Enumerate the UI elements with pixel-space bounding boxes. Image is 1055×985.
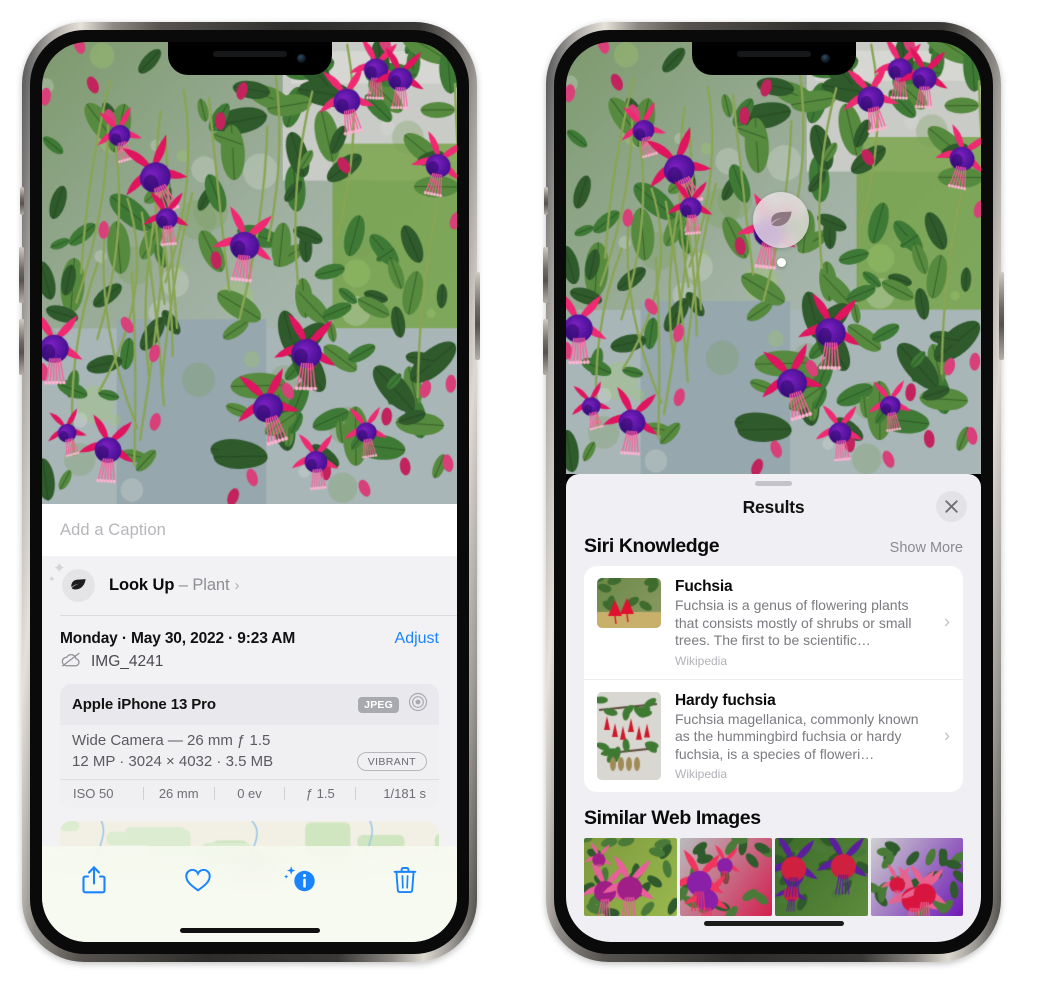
mute-switch[interactable]: [20, 187, 24, 215]
delete-button[interactable]: [379, 860, 431, 900]
exif-row: ISO 50 26 mm 0 ev ƒ 1.5 1/181 s: [60, 779, 439, 808]
knowledge-title: Fuchsia: [675, 578, 733, 595]
results-title: Results: [742, 496, 805, 517]
knowledge-title: Hardy fuchsia: [675, 691, 776, 709]
siri-knowledge-header: Siri Knowledge Show More: [566, 528, 981, 566]
metadata-header: Apple iPhone 13 Pro JPEG: [60, 684, 439, 725]
capture-date: Monday · May 30, 2022 · 9:23 AM: [60, 630, 296, 647]
similar-web-images-header: Similar Web Images: [566, 792, 981, 838]
screen-left: Add a Caption ✦ ✦ Look Up – Plant › Mond…: [42, 42, 457, 942]
front-camera: [820, 54, 830, 63]
chevron-right-icon: ›: [944, 725, 950, 746]
volume-down-button[interactable]: [543, 319, 548, 375]
photo-viewer[interactable]: [42, 42, 457, 504]
phone-left: Add a Caption ✦ ✦ Look Up – Plant › Mond…: [19, 22, 480, 962]
similar-web-images-title: Similar Web Images: [584, 807, 761, 829]
results-sheet: Results Siri Knowledge Show More Fuchsia…: [566, 474, 981, 942]
home-indicator[interactable]: [179, 928, 320, 933]
show-more-button[interactable]: Show More: [890, 540, 963, 556]
close-icon: [945, 500, 958, 513]
notch-right: [691, 42, 856, 75]
bezel-left: Add a Caption ✦ ✦ Look Up – Plant › Mond…: [30, 30, 469, 954]
look-up-title: Look Up: [109, 576, 175, 594]
knowledge-description: Fuchsia magellanica, commonly known as t…: [675, 710, 919, 762]
cloud-slash-icon: [60, 652, 82, 672]
lens-info: Wide Camera — 26 mm ƒ 1.5: [72, 732, 271, 749]
web-image[interactable]: [775, 838, 868, 916]
photo-viewer[interactable]: [566, 42, 981, 474]
metadata-card[interactable]: Apple iPhone 13 Pro JPEG Wide Camera — 2…: [60, 684, 439, 808]
file-name: IMG_4241: [91, 653, 164, 670]
knowledge-thumbnail: [597, 578, 661, 628]
earpiece-speaker: [212, 51, 287, 57]
web-image[interactable]: [679, 838, 772, 916]
favorite-button[interactable]: [172, 860, 224, 900]
look-up-row[interactable]: ✦ ✦ Look Up – Plant ›: [42, 556, 457, 615]
knowledge-row[interactable]: Hardy fuchsia Fuchsia magellanica, commo…: [584, 678, 963, 793]
format-badge: JPEG: [358, 696, 399, 713]
siri-knowledge-card: Fuchsia Fuchsia is a genus of flowering …: [584, 566, 963, 792]
exif-value: 26 mm: [158, 786, 199, 801]
exif-value: ƒ 1.5: [305, 786, 335, 801]
earpiece-speaker: [736, 51, 811, 57]
notch-left: [167, 42, 332, 75]
exif-value: ISO 50: [73, 786, 114, 801]
size-info: 12 MP · 3024 × 4032 · 3.5 MB: [72, 753, 274, 770]
metadata-body: Wide Camera — 26 mm ƒ 1.5 12 MP · 3024 ×…: [60, 725, 439, 779]
phone-right: Results Siri Knowledge Show More Fuchsia…: [543, 22, 1004, 962]
caption-row[interactable]: Add a Caption: [42, 504, 457, 556]
volume-down-button[interactable]: [19, 319, 24, 375]
exif-value: 0 ev: [237, 786, 262, 801]
look-up-badge: ✦ ✦: [48, 561, 95, 602]
web-image[interactable]: [584, 838, 677, 916]
screen-right: Results Siri Knowledge Show More Fuchsia…: [566, 42, 981, 942]
date-row: Monday · May 30, 2022 · 9:23 AM Adjust: [42, 616, 457, 648]
caption-input[interactable]: Add a Caption: [60, 521, 439, 540]
volume-up-button[interactable]: [543, 247, 548, 303]
bezel-right: Results Siri Knowledge Show More Fuchsia…: [554, 30, 993, 954]
power-button[interactable]: [475, 272, 480, 360]
look-up-dash: –: [178, 576, 188, 594]
knowledge-thumbnail: [597, 691, 661, 780]
visual-look-up-anchor-dot: [777, 258, 786, 267]
share-button[interactable]: [68, 860, 120, 900]
results-header: Results: [566, 486, 981, 528]
exif-value: 1/181 s: [383, 786, 426, 801]
power-button[interactable]: [999, 272, 1004, 360]
leaf-icon: [62, 569, 95, 602]
front-camera: [296, 54, 306, 63]
knowledge-source: Wikipedia: [675, 767, 728, 781]
similar-web-images-grid: [566, 838, 981, 916]
file-row: IMG_4241: [42, 648, 457, 684]
camera-target-icon: [408, 692, 428, 717]
visual-look-up-badge[interactable]: [753, 192, 809, 248]
adjust-button[interactable]: Adjust: [395, 630, 439, 648]
web-image[interactable]: [870, 838, 963, 916]
knowledge-source: Wikipedia: [675, 653, 728, 668]
style-badge: VIBRANT: [356, 752, 427, 771]
look-up-label: Look Up – Plant ›: [109, 576, 239, 595]
chevron-right-icon: ›: [944, 611, 950, 632]
knowledge-description: Fuchsia is a genus of flowering plants t…: [675, 597, 912, 648]
home-indicator[interactable]: [703, 921, 844, 926]
look-up-subject: Plant: [192, 576, 230, 594]
chevron-right-icon: ›: [234, 577, 240, 594]
mute-switch[interactable]: [544, 187, 548, 215]
sparkle-small-icon: ✦: [48, 574, 56, 584]
close-button[interactable]: [936, 491, 967, 522]
siri-knowledge-title: Siri Knowledge: [584, 535, 720, 557]
device-name: Apple iPhone 13 Pro: [72, 696, 216, 713]
info-button[interactable]: [275, 860, 327, 900]
knowledge-row[interactable]: Fuchsia Fuchsia is a genus of flowering …: [584, 566, 963, 679]
volume-up-button[interactable]: [19, 247, 24, 303]
